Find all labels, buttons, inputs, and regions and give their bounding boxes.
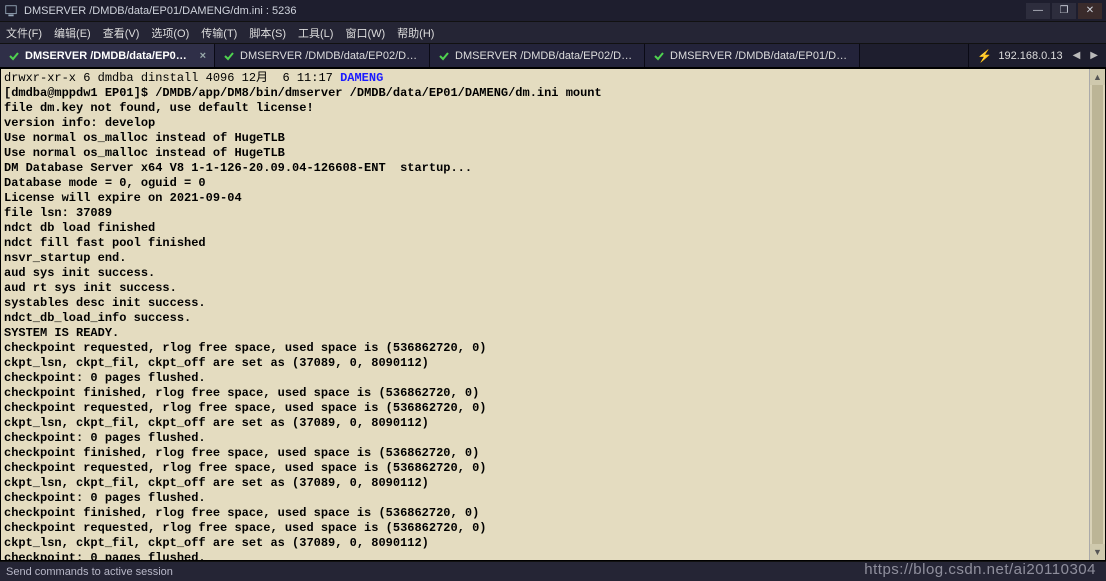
session-tab-3[interactable]: DMSERVER /DMDB/data/EP01/DAMENG/dm.ini .… xyxy=(645,44,860,67)
window-controls: — ❐ ✕ xyxy=(1026,3,1102,19)
tab-label: DMSERVER /DMDB/data/EP01/DAMENG/dm.ini .… xyxy=(670,50,851,62)
menu-view[interactable]: 查看(V) xyxy=(103,25,140,41)
close-button[interactable]: ✕ xyxy=(1078,3,1102,19)
checkmark-icon xyxy=(438,50,450,62)
checkmark-icon xyxy=(223,50,235,62)
session-tab-2[interactable]: DMSERVER /DMDB/data/EP02/DAMENG/dm.ini .… xyxy=(430,44,645,67)
checkmark-icon xyxy=(8,50,20,62)
status-bar: Send commands to active session xyxy=(0,561,1106,581)
menu-bar: 文件(F) 编辑(E) 查看(V) 选项(O) 传输(T) 脚本(S) 工具(L… xyxy=(0,22,1106,44)
tab-label: DMSERVER /DMDB/data/EP02/DAMENG/dm.ini .… xyxy=(455,50,636,62)
tab-bar: DMSERVER /DMDB/data/EP01/DAMENG/... × DM… xyxy=(0,44,1106,68)
terminal-output[interactable]: drwxr-xr-x 6 dmdba dinstall 4096 12月 6 1… xyxy=(1,69,1105,560)
tab-next-button[interactable]: ▶ xyxy=(1086,50,1102,61)
menu-script[interactable]: 脚本(S) xyxy=(249,25,286,41)
menu-window[interactable]: 窗口(W) xyxy=(345,25,385,41)
scroll-thumb[interactable] xyxy=(1092,85,1103,544)
tab-label: DMSERVER /DMDB/data/EP01/DAMENG/... xyxy=(25,50,193,62)
terminal-scrollbar[interactable]: ▲ ▼ xyxy=(1089,69,1105,560)
remote-host-label: 192.168.0.13 xyxy=(998,50,1062,62)
tab-prev-button[interactable]: ◀ xyxy=(1069,50,1085,61)
session-tab-0[interactable]: DMSERVER /DMDB/data/EP01/DAMENG/... × xyxy=(0,44,215,67)
session-tab-1[interactable]: DMSERVER /DMDB/data/EP02/DAMENG/dm.ini .… xyxy=(215,44,430,67)
title-bar: DMSERVER /DMDB/data/EP01/DAMENG/dm.ini :… xyxy=(0,0,1106,22)
checkmark-icon xyxy=(653,50,665,62)
window-title: DMSERVER /DMDB/data/EP01/DAMENG/dm.ini :… xyxy=(24,5,1026,17)
tab-label: DMSERVER /DMDB/data/EP02/DAMENG/dm.ini .… xyxy=(240,50,421,62)
status-text: Send commands to active session xyxy=(6,566,173,578)
menu-help[interactable]: 帮助(H) xyxy=(397,25,434,41)
app-icon xyxy=(4,4,18,18)
host-indicator: ⚡ 192.168.0.13 ◀ ▶ xyxy=(968,44,1106,67)
tab-close-icon[interactable]: × xyxy=(200,50,206,62)
scroll-up-button[interactable]: ▲ xyxy=(1090,69,1105,85)
minimize-button[interactable]: — xyxy=(1026,3,1050,19)
menu-file[interactable]: 文件(F) xyxy=(6,25,42,41)
menu-option[interactable]: 选项(O) xyxy=(151,25,189,41)
menu-edit[interactable]: 编辑(E) xyxy=(54,25,91,41)
menu-transfer[interactable]: 传输(T) xyxy=(201,25,237,41)
menu-tool[interactable]: 工具(L) xyxy=(298,25,333,41)
terminal-pane: drwxr-xr-x 6 dmdba dinstall 4096 12月 6 1… xyxy=(0,68,1106,561)
scroll-down-button[interactable]: ▼ xyxy=(1090,544,1105,560)
lightning-icon: ⚡ xyxy=(977,49,992,63)
restore-button[interactable]: ❐ xyxy=(1052,3,1076,19)
